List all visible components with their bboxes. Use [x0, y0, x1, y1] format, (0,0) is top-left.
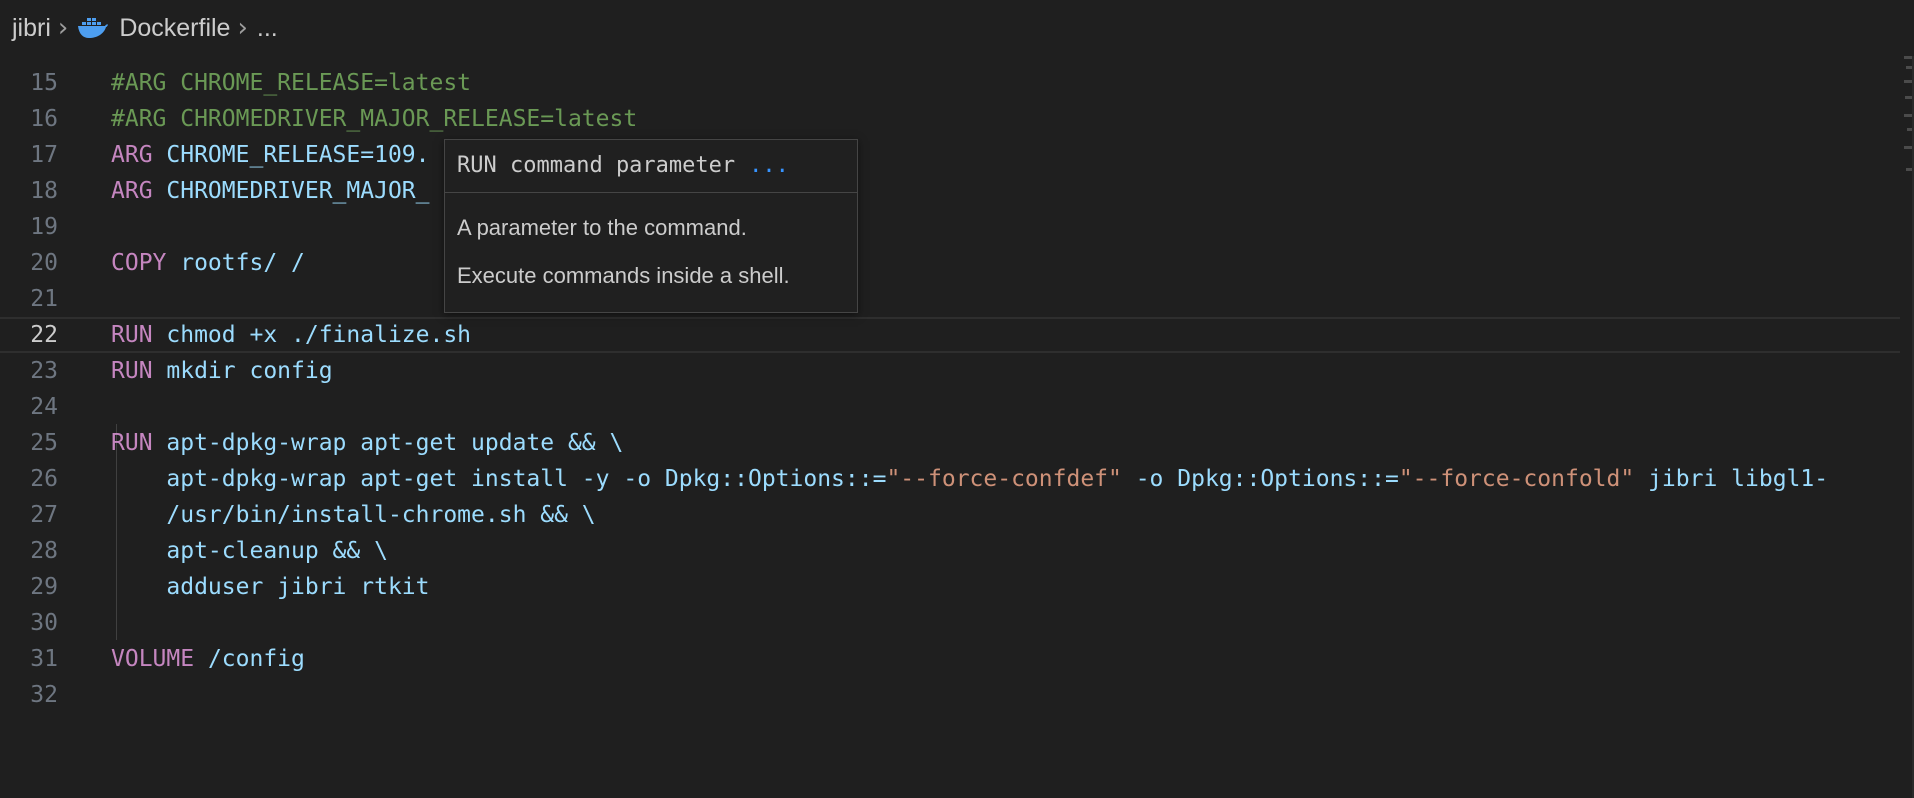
line-code: apt-cleanup && \	[111, 533, 388, 569]
line-number: 16	[30, 106, 58, 132]
code-line[interactable]: 20 COPY rootfs/ /	[0, 245, 1900, 281]
code-token: mkdir config	[152, 358, 333, 384]
code-token: rootfs/ /	[166, 250, 305, 276]
line-code: VOLUME /config	[111, 641, 305, 677]
code-token: /config	[194, 646, 305, 672]
code-token: CHROME_RELEASE=109.	[152, 142, 430, 168]
code-line[interactable]: 29 adduser jibri rtkit	[0, 569, 1900, 605]
line-number: 20	[30, 250, 58, 276]
breadcrumb-file[interactable]: Dockerfile	[77, 14, 230, 43]
hover-signature-text: RUN command parameter	[457, 153, 736, 178]
line-number: 29	[30, 574, 58, 600]
code-token: "--force-confdef"	[886, 466, 1122, 492]
line-number: 23	[30, 358, 58, 384]
minimap[interactable]	[1900, 46, 1914, 186]
line-code: #ARG CHROME_RELEASE=latest	[111, 65, 471, 101]
minimap-line	[1904, 146, 1912, 149]
code-token: RUN	[111, 358, 153, 384]
breadcrumb-file-label: Dockerfile	[119, 13, 231, 42]
line-number: 30	[30, 610, 58, 636]
hover-signature: RUN command parameter...	[445, 140, 857, 193]
breadcrumb-more-label: ...	[256, 13, 278, 42]
code-token: apt-dpkg-wrap apt-get update && \	[152, 430, 624, 456]
line-number: 27	[30, 502, 58, 528]
code-token: COPY	[111, 250, 167, 276]
code-token: ARG	[111, 178, 153, 204]
code-line[interactable]: 26 apt-dpkg-wrap apt-get install -y -o D…	[0, 461, 1900, 497]
line-code: ARG CHROME_RELEASE=109.	[111, 137, 430, 173]
line-number: 21	[30, 286, 58, 312]
code-token: jibri libgl1-	[1634, 466, 1829, 492]
line-code: adduser jibri rtkit	[111, 569, 430, 605]
code-line[interactable]: 23 RUN mkdir config	[0, 353, 1900, 389]
line-number: 24	[30, 394, 58, 420]
code-token: adduser jibri rtkit	[111, 574, 430, 600]
breadcrumb-folder-label: jibri	[12, 13, 51, 42]
line-number: 32	[30, 682, 58, 708]
hover-tooltip: RUN command parameter... A parameter to …	[444, 139, 858, 313]
line-number: 15	[30, 70, 58, 96]
code-token: ARG	[111, 142, 153, 168]
code-token: #ARG CHROME_RELEASE=latest	[111, 70, 472, 96]
code-line[interactable]: 21	[0, 281, 1900, 317]
code-token: CHROMEDRIVER_MAJOR_	[152, 178, 430, 204]
line-code: COPY rootfs/ /	[111, 245, 305, 281]
hover-description: A parameter to the command.	[457, 215, 747, 240]
line-code: RUN chmod +x ./finalize.sh	[111, 319, 471, 351]
line-code: RUN mkdir config	[111, 353, 333, 389]
line-number: 28	[30, 538, 58, 564]
line-number: 17	[30, 142, 58, 168]
line-number: 31	[30, 646, 58, 672]
breadcrumb-folder[interactable]: jibri	[12, 14, 51, 43]
line-number: 18	[30, 178, 58, 204]
line-number: 19	[30, 214, 58, 240]
code-line[interactable]: 27 /usr/bin/install-chrome.sh && \	[0, 497, 1900, 533]
minimap-line	[1905, 96, 1912, 99]
code-token: RUN	[111, 430, 153, 456]
code-token: RUN	[111, 322, 153, 348]
line-code: ARG CHROMEDRIVER_MAJOR_	[111, 173, 430, 209]
minimap-line	[1906, 66, 1912, 69]
code-line[interactable]: 16 #ARG CHROMEDRIVER_MAJOR_RELEASE=latest	[0, 101, 1900, 137]
code-token: apt-dpkg-wrap apt-get install -y -o Dpkg…	[111, 466, 887, 492]
code-line[interactable]: 18 ARG CHROMEDRIVER_MAJOR_	[0, 173, 1900, 209]
breadcrumb: jibri › Dockerfile › ...	[0, 0, 1914, 56]
line-number: 26	[30, 466, 58, 492]
chevron-right-icon: ›	[237, 13, 248, 43]
code-line[interactable]: 28 apt-cleanup && \	[0, 533, 1900, 569]
minimap-line	[1906, 168, 1912, 171]
chevron-right-icon: ›	[57, 13, 69, 43]
line-code: /usr/bin/install-chrome.sh && \	[111, 497, 596, 533]
line-code: #ARG CHROMEDRIVER_MAJOR_RELEASE=latest	[111, 101, 637, 137]
code-token: apt-cleanup && \	[111, 538, 388, 564]
minimap-line	[1907, 128, 1912, 131]
code-line[interactable]: 31 VOLUME /config	[0, 641, 1900, 677]
minimap-line	[1904, 80, 1912, 83]
breadcrumb-symbols[interactable]: ...	[257, 14, 278, 43]
code-editor[interactable]: 15 #ARG CHROME_RELEASE=latest 16 #ARG CHROM…	[0, 56, 1914, 798]
code-line[interactable]: 30	[0, 605, 1900, 641]
line-code: apt-dpkg-wrap apt-get install -y -o Dpkg…	[111, 461, 1828, 497]
code-token: -o Dpkg::Options::=	[1121, 466, 1399, 492]
code-token: /usr/bin/install-chrome.sh && \	[111, 502, 596, 528]
code-token: VOLUME	[111, 646, 195, 672]
line-number: 25	[30, 430, 58, 456]
code-line[interactable]: 32	[0, 677, 1900, 713]
minimap-line	[1904, 56, 1912, 59]
code-token: #ARG CHROMEDRIVER_MAJOR_RELEASE=latest	[111, 106, 638, 132]
code-token: chmod +x ./finalize.sh	[152, 322, 472, 348]
code-line[interactable]: 17 ARG CHROME_RELEASE=109.	[0, 137, 1900, 173]
code-line[interactable]: 25 RUN apt-dpkg-wrap apt-get update && \	[0, 425, 1900, 461]
code-line[interactable]: 15 #ARG CHROME_RELEASE=latest	[0, 65, 1900, 101]
line-code: RUN apt-dpkg-wrap apt-get update && \	[111, 425, 623, 461]
hover-more-link[interactable]: ...	[749, 153, 789, 178]
code-token: "--force-confold"	[1398, 466, 1635, 492]
docker-icon	[77, 16, 109, 40]
code-line[interactable]: 22 RUN chmod +x ./finalize.sh	[0, 317, 1900, 353]
hover-detail: Execute commands inside a shell.	[457, 263, 790, 288]
line-number: 22	[30, 322, 58, 348]
code-line[interactable]: 24	[0, 389, 1900, 425]
code-line[interactable]: 19	[0, 209, 1900, 245]
minimap-line	[1904, 114, 1912, 117]
